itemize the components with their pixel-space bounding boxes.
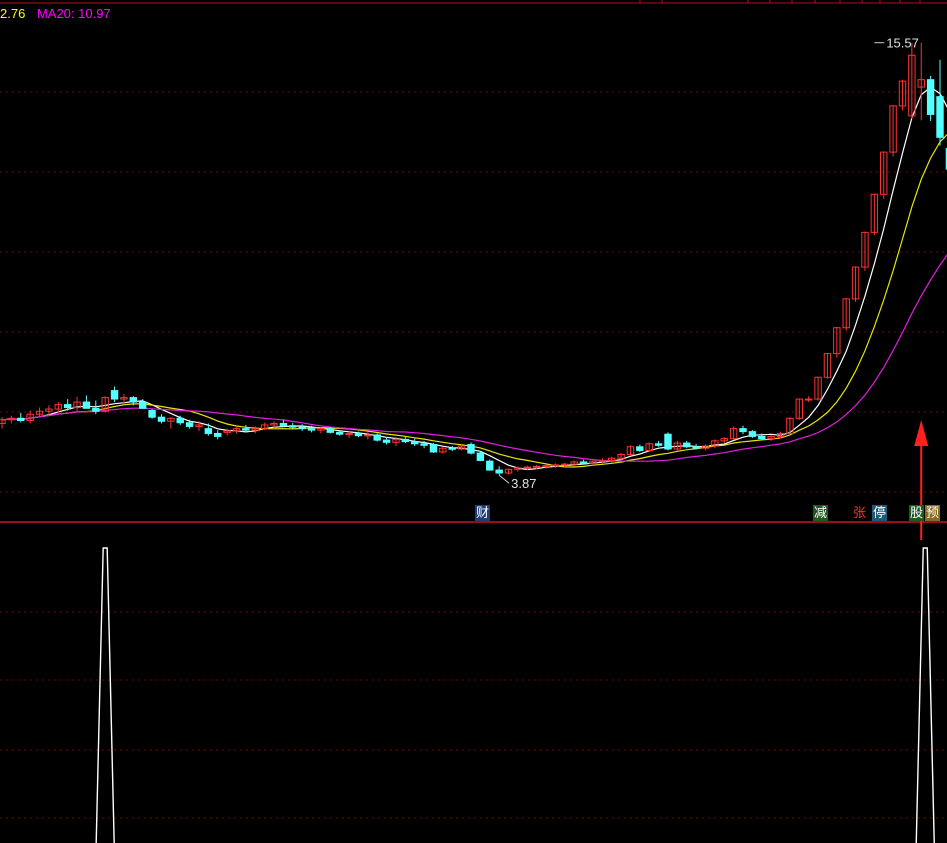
candle-body (204, 428, 213, 434)
candle-body (148, 410, 156, 418)
candle-body (401, 438, 410, 443)
candle-body (804, 398, 813, 401)
candle-body (185, 422, 194, 427)
low-price-pointer (498, 474, 510, 484)
candle-body (242, 428, 250, 431)
candle-body (758, 435, 766, 440)
candle-body (354, 432, 363, 437)
candle-body (429, 444, 438, 453)
kline-chart: 3.87 15.57 (0, 0, 947, 843)
event-tag[interactable]: 财 (475, 505, 491, 521)
candle-body (279, 422, 288, 427)
ma20-line (1, 253, 947, 462)
candle-body (289, 425, 297, 428)
candle-body (307, 428, 316, 431)
candle-body (335, 431, 344, 435)
candle-body (364, 434, 372, 437)
event-tag[interactable]: 减 (813, 505, 829, 521)
ma-legend: 2.76 MA20: 10.97 (0, 6, 119, 21)
signal-spike (95, 547, 115, 843)
event-tag[interactable]: 预 (925, 505, 941, 521)
candle-body (214, 432, 222, 437)
candle-body (345, 432, 353, 435)
candle-body (486, 460, 494, 471)
signal-arrow-head (914, 420, 929, 446)
candle-body (411, 441, 419, 445)
candle-body (176, 417, 184, 424)
candle-body (551, 464, 560, 467)
candle-body (636, 446, 644, 451)
event-tag[interactable]: 张 (852, 505, 868, 521)
chart-root: 3.87 15.57 2.76 MA20: 10.97 财 减 张停 股预 (0, 0, 947, 843)
candle-body (683, 442, 691, 448)
candle-body (92, 407, 100, 412)
candle-body (748, 431, 757, 437)
candle-body (476, 452, 485, 461)
candle-body (110, 390, 119, 400)
candle-body (82, 401, 91, 409)
candle-body (467, 444, 475, 454)
candle-body (739, 428, 747, 433)
candle-body (561, 463, 569, 466)
candle-body (17, 417, 25, 422)
candle-body (926, 79, 935, 115)
candle-body (129, 397, 138, 403)
candle-body (382, 439, 391, 443)
ma10-line (1, 133, 947, 468)
high-price-label: 15.57 (886, 36, 919, 51)
candle-body (654, 443, 663, 446)
candle-body (542, 465, 550, 468)
event-tag[interactable]: 股 (909, 505, 925, 521)
ma20-legend-value: MA20: 10.97 (36, 6, 111, 21)
candle-body (532, 465, 541, 468)
candle-body (298, 426, 306, 430)
candle-body (579, 461, 588, 464)
candle-body (157, 416, 166, 422)
candle-body (523, 466, 531, 469)
event-tag[interactable]: 停 (872, 505, 888, 521)
candle-body (63, 404, 72, 409)
candle-body (664, 433, 672, 450)
candle-body (936, 96, 944, 138)
candle-body (139, 401, 147, 409)
candle-body (420, 443, 428, 446)
candle-body (326, 428, 335, 433)
candle-body (692, 446, 700, 449)
candle-body (598, 459, 607, 462)
ma10-legend-value: 2.76 (0, 6, 26, 21)
candle-body (448, 447, 456, 450)
low-price-label: 3.87 (511, 476, 536, 491)
candle-body (373, 434, 381, 441)
signal-spike (915, 547, 935, 843)
candle-body (495, 469, 503, 474)
